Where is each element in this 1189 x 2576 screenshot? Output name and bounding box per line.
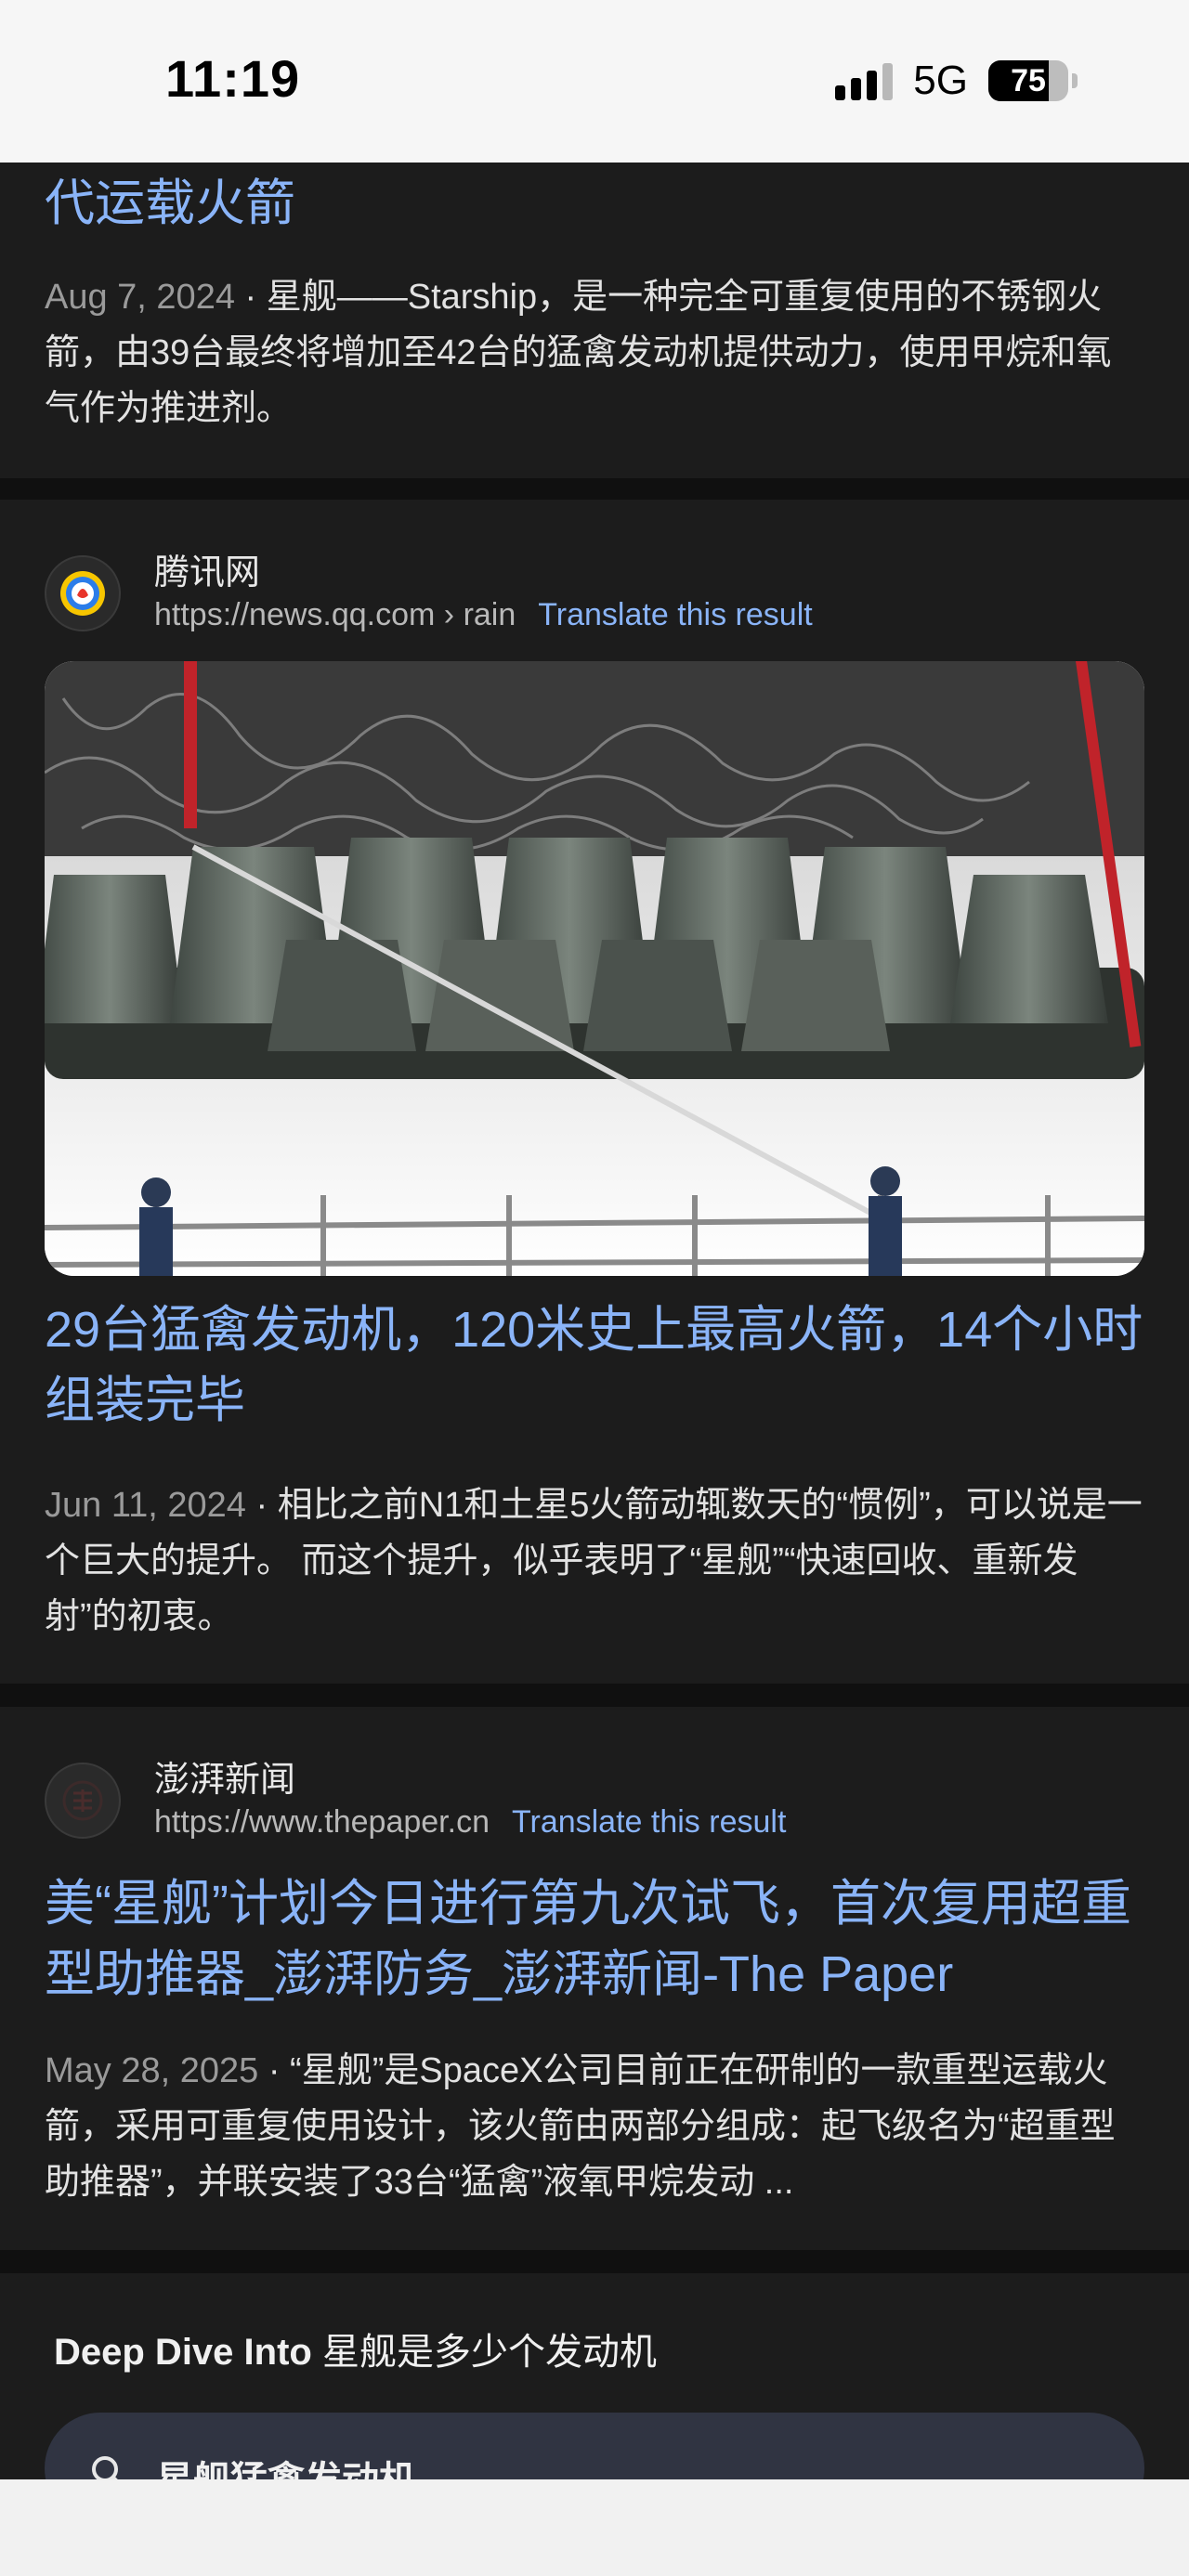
status-indicators: 5G 75: [835, 58, 1078, 104]
result-date: Aug 7, 2024: [45, 278, 235, 317]
deep-dive-section: Deep Dive Into 星舰是多少个发动机 星舰猛禽发动机: [0, 2273, 1189, 2524]
status-time: 11:19: [165, 49, 301, 108]
battery-tip: [1072, 73, 1078, 88]
result-title-link[interactable]: 29台猛禽发动机，120米史上最高火箭，14个小时组装完毕: [45, 1295, 1152, 1436]
deep-dive-query: 星舰是多少个发动机: [311, 2332, 657, 2373]
site-url: https://www.thepaper.cn: [154, 1804, 490, 1840]
search-result-card: 代运载火箭 Aug 7, 2024 · 星舰——Starship，是一种完全可重…: [0, 163, 1189, 478]
site-name: 腾讯网: [154, 553, 261, 592]
result-date: Jun 11, 2024: [45, 1486, 246, 1525]
result-snippet: May 28, 2025 · “星舰”是SpaceX公司目前正在研制的一款重型运…: [45, 2043, 1146, 2210]
network-type: 5G: [913, 58, 968, 103]
result-snippet: Jun 11, 2024 · 相比之前N1和土星5火箭动辄数天的“惯例”，可以说…: [45, 1477, 1146, 1645]
bottom-toolbar: [0, 2479, 1189, 2576]
battery-percent: 75: [1011, 62, 1046, 98]
result-source[interactable]: 腾讯网 https://news.qq.com › rain Translate …: [45, 552, 813, 635]
deep-dive-title: Deep Dive Into 星舰是多少个发动机: [54, 2322, 657, 2375]
result-title-link[interactable]: 代运载火箭: [45, 168, 1152, 239]
cellular-signal-icon: [835, 61, 894, 100]
result-snippet: Aug 7, 2024 · 星舰——Starship，是一种完全可重复使用的不锈…: [45, 269, 1146, 436]
deep-dive-prefix: Deep Dive Into: [54, 2332, 312, 2373]
search-result-card: 腾讯网 https://news.qq.com › rain Translate …: [0, 500, 1189, 1684]
site-url: https://news.qq.com › rain: [154, 597, 516, 632]
result-date: May 28, 2025: [45, 2051, 259, 2090]
translate-link[interactable]: Translate this result: [512, 1804, 786, 1840]
site-name: 澎湃新闻: [154, 1761, 296, 1800]
search-result-card: 澎湃新闻 https://www.thepaper.cn Translate th…: [0, 1707, 1189, 2250]
translate-link[interactable]: Translate this result: [538, 597, 812, 632]
thepaper-favicon-icon: [45, 1763, 121, 1839]
status-bar: 11:19 5G 75: [0, 0, 1189, 163]
result-title-link[interactable]: 美“星舰”计划今日进行第九次试飞，首次复用超重型助推器_澎湃防务_澎湃新闻-Th…: [45, 1868, 1152, 2010]
result-source[interactable]: 澎湃新闻 https://www.thepaper.cn Translate th…: [45, 1759, 786, 1842]
tencent-news-favicon-icon: [45, 555, 121, 631]
battery-icon: 75: [988, 60, 1068, 101]
result-thumbnail-rocket-engines[interactable]: [45, 661, 1144, 1276]
